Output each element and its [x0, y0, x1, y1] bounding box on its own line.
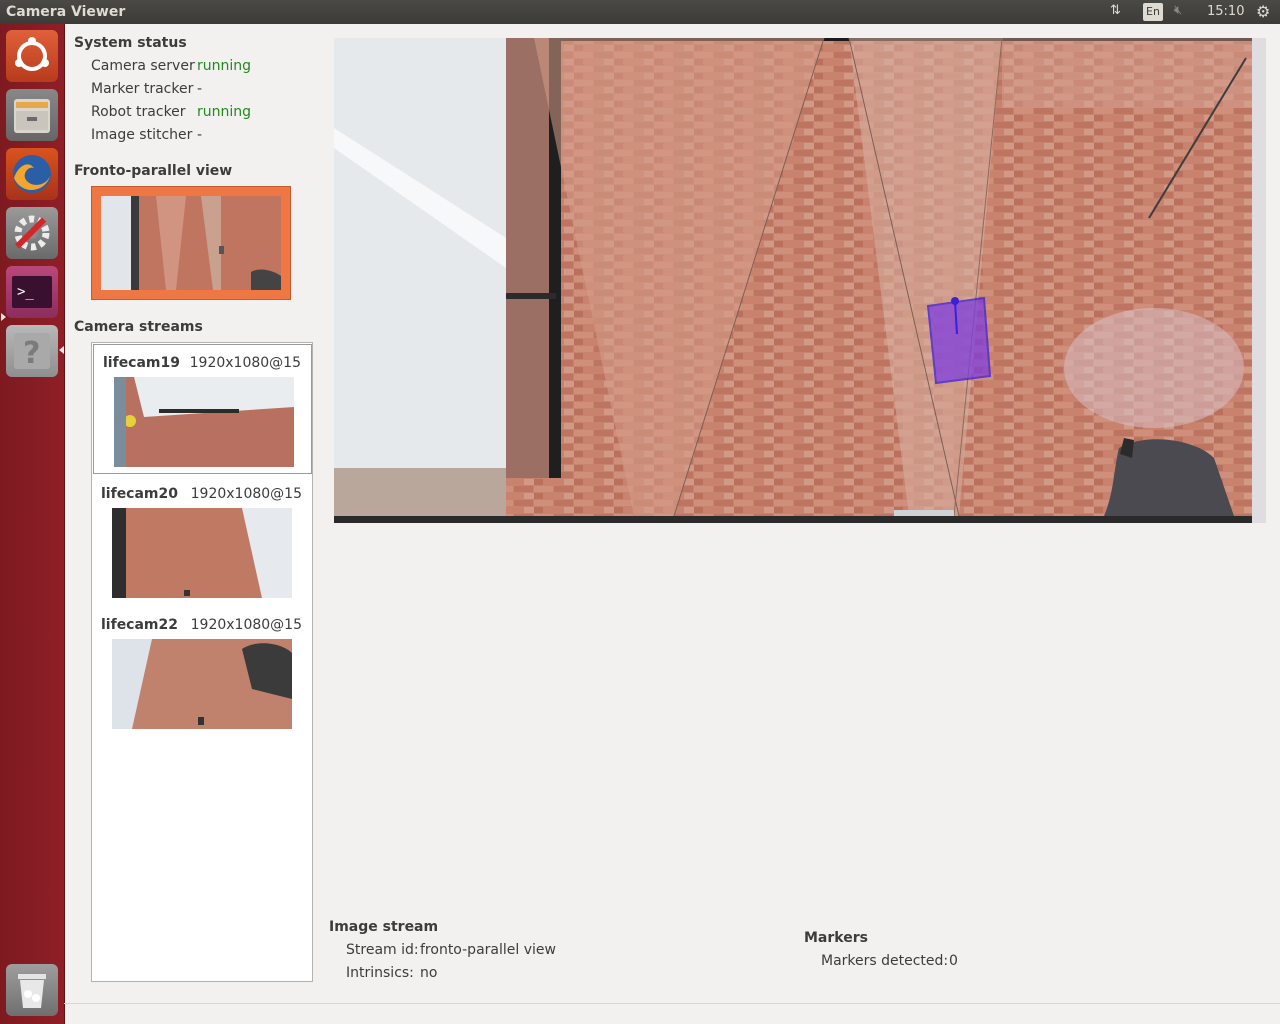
keyboard-language-indicator[interactable]: En: [1143, 3, 1163, 21]
stream-resolution: 1920x1080@15: [190, 486, 302, 502]
launcher: >_ ?: [0, 24, 65, 1024]
terminal-icon: >_: [12, 276, 52, 308]
trash-button[interactable]: [6, 964, 58, 1016]
robot-bounding-box: [926, 296, 992, 385]
fronto-parallel-heading: Fronto-parallel view: [74, 163, 233, 179]
markers-heading: Markers: [804, 930, 868, 946]
stream-resolution: 1920x1080@15: [190, 617, 302, 633]
camera-streams-list[interactable]: lifecam19 1920x1080@15 lifecam20 1920x10…: [91, 342, 313, 982]
trash-icon: [18, 974, 46, 1008]
markers-detected-value: 0: [949, 953, 958, 969]
stream-id-label: Stream id:: [346, 942, 419, 958]
files-button[interactable]: [6, 89, 58, 141]
settings-wrench-icon: [14, 215, 50, 251]
camera-server-status: running: [197, 58, 252, 74]
clock[interactable]: 15:10: [1207, 4, 1244, 19]
svg-text:>_: >_: [17, 284, 34, 300]
stream-resolution: 1920x1080@15: [189, 355, 301, 371]
focused-indicator: [59, 346, 64, 354]
ubuntu-logo-icon: [15, 37, 49, 71]
image-stitcher-label: Image stitcher: [91, 127, 193, 143]
list-item[interactable]: lifecam19 1920x1080@15: [93, 344, 312, 474]
firefox-button[interactable]: [6, 148, 58, 200]
robot-tracker-label: Robot tracker: [91, 104, 186, 120]
status-bar-divider: [64, 1003, 1280, 1004]
network-updown-icon[interactable]: ⇅: [1110, 3, 1121, 18]
fronto-parallel-thumbnail[interactable]: [91, 186, 291, 300]
svg-text:?: ?: [23, 336, 40, 371]
intrinsics-value: no: [420, 965, 438, 981]
system-settings-button[interactable]: [6, 207, 58, 259]
help-question-icon: ?: [14, 333, 50, 371]
fronto-parallel-main-image[interactable]: [334, 38, 1266, 523]
stream-id-value: fronto-parallel view: [420, 942, 556, 958]
terminal-button[interactable]: >_: [6, 266, 58, 318]
image-stitcher-status: -: [197, 127, 203, 143]
volume-muted-icon[interactable]: 🔇︎: [1174, 3, 1182, 18]
camera-streams-heading: Camera streams: [74, 319, 203, 335]
stream-preview-image: [114, 377, 294, 467]
gear-icon[interactable]: ⚙: [1256, 2, 1270, 21]
help-button[interactable]: ?: [6, 325, 58, 377]
ubuntu-dash-button[interactable]: [6, 30, 58, 82]
image-stream-heading: Image stream: [329, 919, 439, 935]
system-status-heading: System status: [74, 35, 187, 51]
top-panel: Camera Viewer ⇅ En 🔇︎ 15:10 ⚙: [0, 0, 1280, 24]
firefox-icon: [13, 155, 51, 193]
stream-preview-image: [112, 639, 292, 729]
camera-server-label: Camera server: [91, 58, 195, 74]
file-cabinet-icon: [14, 99, 50, 133]
intrinsics-label: Intrinsics:: [346, 965, 414, 981]
fronto-parallel-preview-image: [101, 196, 281, 290]
stream-name: lifecam19: [103, 355, 180, 371]
robot-tracker-status: running: [197, 104, 252, 120]
marker-tracker-label: Marker tracker: [91, 81, 194, 97]
markers-detected-label: Markers detected:: [821, 953, 949, 969]
list-item[interactable]: lifecam22 1920x1080@15: [92, 607, 312, 737]
window-title: Camera Viewer: [6, 4, 126, 20]
stream-preview-image: [112, 508, 292, 598]
running-indicator: [1, 313, 6, 321]
list-item[interactable]: lifecam20 1920x1080@15: [92, 476, 312, 606]
marker-tracker-status: -: [197, 81, 203, 97]
stream-name: lifecam20: [101, 486, 178, 502]
stream-name: lifecam22: [101, 617, 178, 633]
